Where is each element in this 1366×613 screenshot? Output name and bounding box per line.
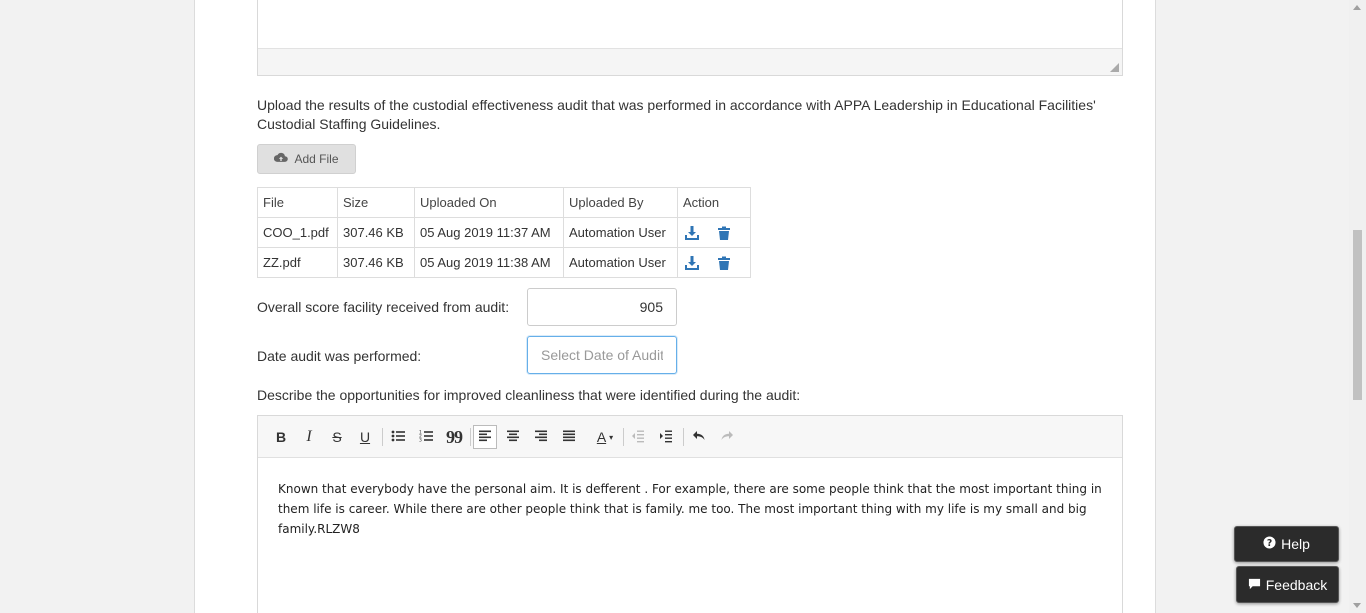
- align-justify-icon: [562, 429, 576, 446]
- date-label: Date audit was performed:: [257, 348, 422, 364]
- outdent-icon: [631, 429, 645, 446]
- rich-text-editor: B I S U 123 99 A ▾ Known that everybody h…: [257, 415, 1123, 613]
- page-scrollbar[interactable]: [1349, 0, 1366, 613]
- editor-toolbar: B I S U 123 99 A ▾: [258, 416, 1122, 458]
- add-file-label: Add File: [294, 152, 339, 166]
- chevron-down-icon: ▾: [609, 432, 614, 442]
- uploaded-by: Automation User: [563, 217, 678, 248]
- bullet-list-icon: [391, 429, 405, 446]
- redo-button[interactable]: [715, 425, 739, 449]
- help-label: Help: [1281, 536, 1310, 552]
- align-left-icon: [478, 429, 492, 446]
- undo-icon: [692, 429, 706, 446]
- help-button[interactable]: ? Help: [1234, 526, 1339, 562]
- header-uploaded-on: Uploaded On: [414, 187, 564, 218]
- uploaded-on: 05 Aug 2019 11:38 AM: [414, 247, 564, 278]
- align-center-button[interactable]: [501, 425, 525, 449]
- header-uploaded-by: Uploaded By: [563, 187, 678, 218]
- table-row: COO_1.pdf 307.46 KB 05 Aug 2019 11:37 AM…: [257, 217, 751, 248]
- file-name: COO_1.pdf: [257, 217, 338, 248]
- scroll-up-icon[interactable]: [1353, 5, 1361, 10]
- trash-icon[interactable]: [716, 225, 732, 241]
- font-color-icon: A: [596, 429, 607, 445]
- align-center-icon: [506, 429, 520, 446]
- align-right-icon: [534, 429, 548, 446]
- align-justify-button[interactable]: [557, 425, 581, 449]
- trash-icon[interactable]: [716, 255, 732, 271]
- indent-icon: [659, 429, 673, 446]
- underline-button[interactable]: U: [353, 425, 377, 449]
- scroll-down-icon[interactable]: [1353, 603, 1361, 608]
- score-input[interactable]: [527, 288, 677, 326]
- redo-icon: [720, 429, 734, 446]
- toolbar-divider: [683, 428, 684, 446]
- uploaded-by: Automation User: [563, 247, 678, 278]
- numbered-list-button[interactable]: 123: [414, 425, 438, 449]
- undo-button[interactable]: [687, 425, 711, 449]
- add-file-button[interactable]: Add File: [257, 144, 356, 174]
- scroll-thumb[interactable]: [1353, 230, 1362, 400]
- svg-text:?: ?: [1267, 538, 1272, 549]
- align-left-button[interactable]: [473, 425, 497, 449]
- table-row: ZZ.pdf 307.46 KB 05 Aug 2019 11:38 AM Au…: [257, 247, 751, 278]
- editor-content[interactable]: Known that everybody have the personal a…: [278, 479, 1108, 539]
- bold-button[interactable]: B: [269, 425, 293, 449]
- file-name: ZZ.pdf: [257, 247, 338, 278]
- header-size: Size: [337, 187, 415, 218]
- score-label: Overall score facility received from aud…: [257, 299, 510, 315]
- bullet-list-button[interactable]: [386, 425, 410, 449]
- quote-icon: 99: [446, 426, 463, 447]
- files-table: File Size Uploaded On Uploaded By Action…: [257, 187, 751, 278]
- align-right-button[interactable]: [529, 425, 553, 449]
- uploaded-on: 05 Aug 2019 11:37 AM: [414, 217, 564, 248]
- toolbar-divider: [382, 428, 383, 446]
- header-file: File: [257, 187, 338, 218]
- feedback-label: Feedback: [1265, 576, 1328, 593]
- action-cell: [677, 247, 751, 278]
- opportunities-label: Describe the opportunities for improved …: [257, 387, 801, 403]
- table-header-row: File Size Uploaded On Uploaded By Action: [257, 187, 751, 218]
- date-input[interactable]: [527, 336, 677, 374]
- outdent-button[interactable]: [626, 425, 650, 449]
- blockquote-button[interactable]: 99: [442, 425, 466, 449]
- resize-grip-icon[interactable]: [1110, 63, 1119, 72]
- download-icon[interactable]: [684, 225, 700, 241]
- comment-icon: [1248, 577, 1261, 593]
- action-cell: [677, 217, 751, 248]
- cloud-upload-icon: [274, 152, 289, 166]
- feedback-button[interactable]: Feedback: [1236, 566, 1339, 603]
- toolbar-divider: [623, 428, 624, 446]
- file-size: 307.46 KB: [337, 247, 415, 278]
- editor-statusbar: [258, 48, 1122, 75]
- upload-description: Upload the results of the custodial effe…: [257, 97, 1096, 132]
- svg-text:3: 3: [419, 437, 422, 443]
- font-color-button[interactable]: A ▾: [589, 425, 621, 449]
- top-editor[interactable]: [257, 0, 1123, 76]
- file-size: 307.46 KB: [337, 217, 415, 248]
- strikethrough-button[interactable]: S: [325, 425, 349, 449]
- italic-button[interactable]: I: [297, 425, 321, 449]
- question-circle-icon: ?: [1263, 536, 1276, 552]
- numbered-list-icon: 123: [419, 429, 433, 446]
- toolbar-divider: [470, 428, 471, 446]
- download-icon[interactable]: [684, 255, 700, 271]
- header-action: Action: [677, 187, 751, 218]
- indent-button[interactable]: [654, 425, 678, 449]
